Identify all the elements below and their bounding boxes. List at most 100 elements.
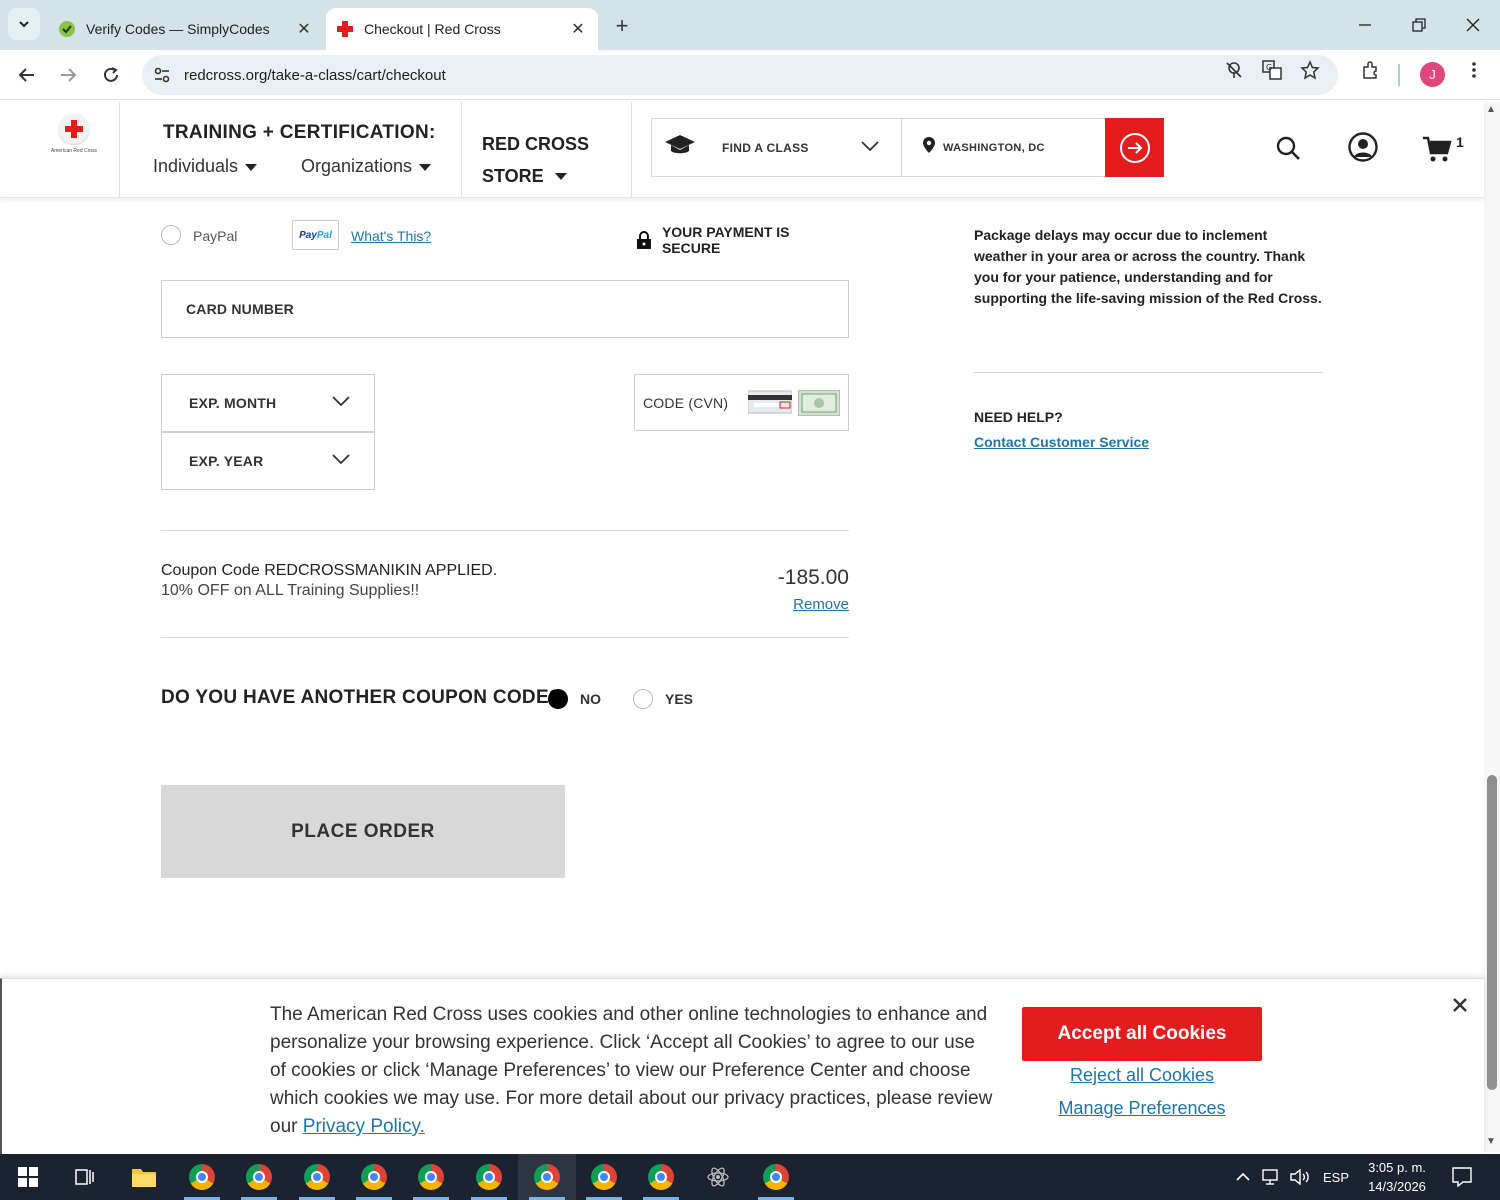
chrome-profile-icon[interactable] <box>301 1161 333 1193</box>
card-number-field[interactable]: CARD NUMBER <box>161 280 849 338</box>
address-bar[interactable]: redcross.org/take-a-class/cart/checkout <box>142 55 1338 95</box>
find-class-label: FIND A CLASS <box>722 140 809 155</box>
close-tab-icon[interactable]: ✕ <box>292 17 316 41</box>
clock-date: 14/3/2026 <box>1368 1179 1426 1194</box>
notifications-icon[interactable] <box>1452 1154 1472 1200</box>
language-indicator[interactable]: ESP <box>1323 1154 1349 1200</box>
chrome-profile-icon[interactable] <box>531 1161 563 1193</box>
cart-icon[interactable] <box>1422 134 1452 164</box>
site-info-icon[interactable] <box>152 66 172 84</box>
remove-coupon-link[interactable]: Remove <box>700 596 849 613</box>
privacy-policy-link[interactable]: Privacy Policy. <box>303 1116 425 1137</box>
need-help-heading: NEED HELP? <box>974 409 1063 425</box>
site-header: American Red Cross TRAINING + CERTIFICAT… <box>0 102 1484 198</box>
manage-preferences-link[interactable]: Manage Preferences <box>1022 1098 1262 1119</box>
tab-simplycodes[interactable]: Verify Codes — SimplyCodes ✕ <box>48 8 324 50</box>
red-cross-store-menu[interactable]: RED CROSS STORE <box>482 128 589 192</box>
reload-button[interactable] <box>96 60 126 90</box>
sidebar-divider <box>974 372 1323 373</box>
exp-year-select[interactable]: EXP. YEAR <box>161 432 375 490</box>
coupon-description: 10% OFF on ALL Training Supplies!! <box>161 582 420 599</box>
clock[interactable]: 3:05 p. m. 14/3/2026 <box>1362 1158 1432 1196</box>
paypal-logo-pay: Pay <box>299 229 317 241</box>
paypal-option-row: PayPal Pay Pal What's This? YOUR PAYMENT … <box>161 220 851 256</box>
chrome-icon[interactable] <box>186 1161 218 1193</box>
tab-search-button[interactable] <box>8 8 40 40</box>
paypal-radio[interactable] <box>161 225 181 245</box>
atom-app-icon[interactable] <box>702 1161 734 1193</box>
organizations-label: Organizations <box>301 156 413 176</box>
search-icon[interactable] <box>1273 133 1303 163</box>
task-view-icon[interactable] <box>69 1161 101 1193</box>
red-cross-icon <box>65 120 83 138</box>
card-cvv-hint-icon <box>748 389 841 416</box>
close-banner-icon[interactable] <box>1448 993 1472 1017</box>
cart-count-badge: 1 <box>1456 134 1464 150</box>
scroll-down-arrow-icon[interactable]: ▼ <box>1486 1136 1496 1147</box>
forward-button[interactable] <box>53 60 83 90</box>
bookmark-star-icon[interactable] <box>1298 58 1322 82</box>
coupon-yes-option[interactable]: YES <box>633 689 693 709</box>
restore-button[interactable] <box>1392 0 1446 50</box>
coupon-no-option[interactable]: NO <box>548 689 601 709</box>
accept-all-cookies-button[interactable]: Accept all Cookies <box>1022 1007 1262 1061</box>
scrollbar-thumb[interactable] <box>1487 775 1497 1090</box>
arrow-right-icon <box>61 68 77 82</box>
tab-checkout[interactable]: Checkout | Red Cross ✕ <box>326 8 598 50</box>
new-tab-button[interactable]: + <box>608 12 636 40</box>
find-a-class-dropdown[interactable]: FIND A CLASS <box>651 118 902 177</box>
toolbar-divider <box>1398 64 1400 86</box>
place-order-button[interactable]: PLACE ORDER <box>161 785 565 878</box>
scroll-up-arrow-icon[interactable]: ▲ <box>1486 104 1496 115</box>
reject-all-cookies-link[interactable]: Reject all Cookies <box>1022 1065 1262 1086</box>
whats-this-link[interactable]: What's This? <box>351 228 431 244</box>
chrome-icon[interactable] <box>760 1161 792 1193</box>
show-hidden-icons-chevron-up-icon[interactable] <box>1236 1154 1250 1200</box>
volume-icon[interactable] <box>1290 1154 1312 1200</box>
individuals-menu[interactable]: Individuals <box>153 156 258 177</box>
chrome-profile-icon[interactable] <box>415 1161 447 1193</box>
shipping-delay-notice: Package delays may occur due to inclemen… <box>974 227 1322 306</box>
close-tab-icon[interactable]: ✕ <box>566 17 590 41</box>
chrome-profile-icon[interactable] <box>645 1161 677 1193</box>
network-icon[interactable] <box>1262 1154 1282 1200</box>
arrow-circle-right-icon <box>1119 132 1150 163</box>
chrome-profile-icon[interactable] <box>588 1161 620 1193</box>
graduation-cap-icon <box>664 133 698 162</box>
minimize-icon <box>1359 24 1371 26</box>
tracking-protection-icon[interactable] <box>1222 58 1246 82</box>
yes-radio[interactable] <box>633 689 653 709</box>
windows-start-icon[interactable] <box>12 1161 44 1193</box>
exp-month-select[interactable]: EXP. MONTH <box>161 374 375 432</box>
chrome-profile-icon[interactable] <box>473 1161 505 1193</box>
minimize-button[interactable] <box>1338 0 1392 50</box>
extensions-icon[interactable] <box>1358 58 1382 82</box>
back-button[interactable] <box>12 60 42 90</box>
chevron-down-icon <box>861 139 879 157</box>
profile-avatar[interactable]: J <box>1420 62 1445 87</box>
cvn-field[interactable]: CODE (CVN) <box>634 374 849 431</box>
red-cross-logo[interactable]: American Red Cross <box>48 114 100 178</box>
no-radio[interactable] <box>548 689 568 709</box>
simplycodes-favicon-icon <box>58 20 76 38</box>
chrome-profile-icon[interactable] <box>243 1161 275 1193</box>
url-text: redcross.org/take-a-class/cart/checkout <box>184 66 446 84</box>
coupon-applied-title: Coupon Code REDCROSSMANIKIN APPLIED. <box>161 562 498 579</box>
location-input[interactable]: WASHINGTON, DC <box>901 118 1106 177</box>
location-label: WASHINGTON, DC <box>943 141 1045 154</box>
translate-icon[interactable]: G <box>1260 58 1284 82</box>
file-explorer-icon[interactable] <box>128 1161 160 1193</box>
exp-year-label: EXP. YEAR <box>189 453 264 469</box>
organizations-menu[interactable]: Organizations <box>301 156 432 177</box>
cvn-label: CODE (CVN) <box>643 394 729 411</box>
search-class-go-button[interactable] <box>1105 118 1164 177</box>
close-icon <box>1466 18 1480 32</box>
account-icon[interactable] <box>1348 132 1378 162</box>
more-menu-icon[interactable] <box>1462 58 1486 82</box>
chrome-profile-icon[interactable] <box>358 1161 390 1193</box>
chevron-down-icon <box>332 452 350 470</box>
contact-customer-service-link[interactable]: Contact Customer Service <box>974 434 1149 450</box>
close-window-button[interactable] <box>1446 0 1500 50</box>
chevron-down-icon <box>332 394 350 412</box>
caret-down-icon <box>554 173 567 180</box>
